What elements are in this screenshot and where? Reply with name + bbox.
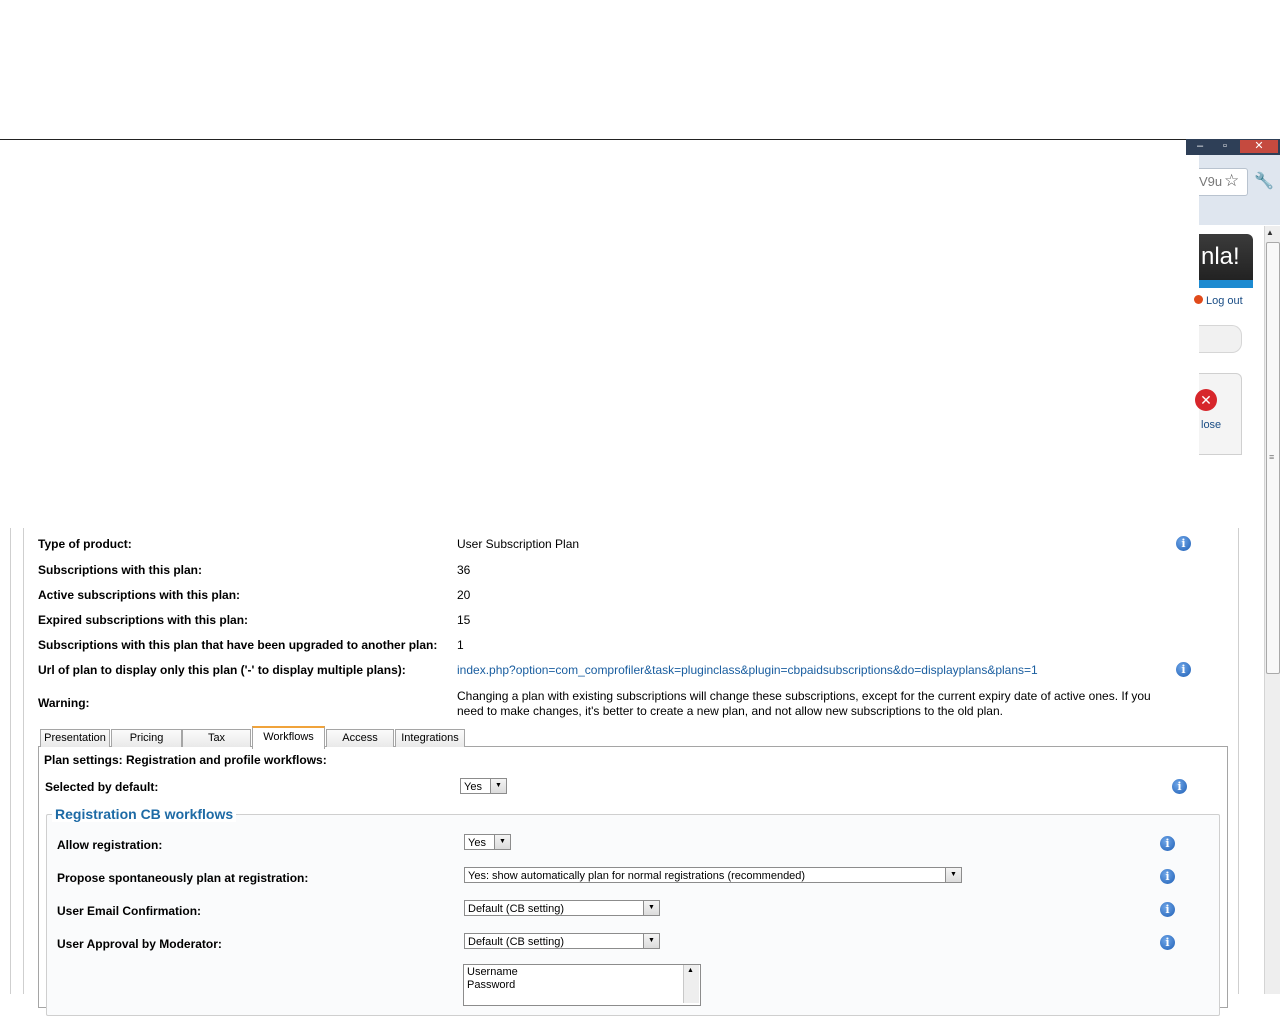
admin-toolbar	[1199, 373, 1242, 455]
info-icon[interactable]: i	[1160, 869, 1175, 884]
selected-default-select[interactable]: Yes ▼	[460, 778, 507, 794]
restore-icon[interactable]: ▫	[1214, 140, 1236, 153]
list-item[interactable]: Username	[464, 965, 700, 979]
scrollbar-grip-icon: ≡	[1269, 452, 1275, 462]
select-value: Default (CB setting)	[468, 903, 564, 915]
info-label-warning: Warning:	[38, 696, 90, 710]
close-button-label[interactable]: lose	[1201, 419, 1221, 431]
tab-access[interactable]: Access	[326, 729, 394, 747]
propose-plan-select[interactable]: Yes: show automatically plan for normal …	[464, 867, 962, 883]
info-value-type: User Subscription Plan	[457, 537, 580, 551]
list-item[interactable]: Password	[464, 979, 700, 991]
info-icon[interactable]: i	[1176, 536, 1191, 551]
select-value: Yes: show automatically plan for normal …	[468, 870, 806, 882]
info-value-active: 20	[457, 588, 471, 602]
chevron-down-icon: ▼	[494, 835, 510, 849]
tab-pricing[interactable]: Pricing	[111, 729, 182, 747]
wrench-icon[interactable]: 🔧	[1254, 171, 1274, 191]
tab-presentation[interactable]: Presentation	[40, 729, 110, 747]
info-value-upgraded: 1	[457, 638, 464, 652]
email-confirmation-label: User Email Confirmation:	[57, 904, 202, 918]
info-icon[interactable]: i	[1176, 662, 1191, 677]
content-frame-left	[10, 528, 24, 994]
minimize-icon[interactable]: –	[1188, 140, 1212, 153]
star-icon[interactable]: ☆	[1224, 171, 1239, 191]
email-confirmation-select[interactable]: Default (CB setting) ▼	[464, 900, 660, 916]
window-close-icon[interactable]: ✕	[1240, 140, 1278, 153]
select-value: Yes	[464, 781, 482, 793]
logo-accent-bar	[1199, 280, 1253, 288]
tab-workflows[interactable]: Workflows	[252, 726, 325, 749]
propose-plan-label: Propose spontaneously plan at registrati…	[57, 871, 309, 885]
chevron-down-icon: ▼	[643, 934, 659, 948]
admin-search-box[interactable]	[1199, 325, 1242, 353]
select-value: Default (CB setting)	[468, 936, 564, 948]
content-frame-right	[1238, 528, 1239, 994]
logout-link[interactable]: Log out	[1206, 295, 1243, 307]
chevron-down-icon: ▼	[643, 901, 659, 915]
selected-default-label: Selected by default:	[45, 780, 159, 794]
tab-integrations[interactable]: Integrations	[395, 729, 465, 747]
moderator-approval-select[interactable]: Default (CB setting) ▼	[464, 933, 660, 949]
moderator-approval-label: User Approval by Moderator:	[57, 937, 222, 951]
info-label-url: Url of plan to display only this plan ('…	[38, 663, 406, 677]
info-label-upgraded: Subscriptions with this plan that have b…	[38, 638, 438, 652]
info-icon[interactable]: i	[1160, 902, 1175, 917]
info-label-subscriptions: Subscriptions with this plan:	[38, 563, 203, 577]
fields-listbox[interactable]: Username Password	[463, 964, 701, 1006]
tab-tax[interactable]: Tax	[182, 729, 251, 747]
select-value: Yes	[468, 837, 486, 849]
info-value-subscriptions: 36	[457, 563, 471, 577]
chevron-down-icon: ▼	[490, 779, 506, 793]
info-icon[interactable]: i	[1160, 836, 1175, 851]
scroll-up-icon[interactable]: ▲	[687, 967, 694, 974]
window-top-edge	[0, 139, 1199, 140]
close-icon[interactable]: ✕	[1195, 389, 1217, 411]
info-icon[interactable]: i	[1172, 779, 1187, 794]
info-label-active: Active subscriptions with this plan:	[38, 588, 241, 602]
plan-url-link[interactable]: index.php?option=com_comprofiler&task=pl…	[457, 663, 1038, 677]
window-controls: – ▫ ✕	[1186, 139, 1280, 155]
chevron-down-icon: ▼	[945, 868, 961, 882]
info-value-expired: 15	[457, 613, 471, 627]
address-bar-text: V9u	[1199, 174, 1223, 189]
info-label-expired: Expired subscriptions with this plan:	[38, 613, 249, 627]
listbox-scrollbar[interactable]: ▲	[683, 965, 699, 1003]
fieldset-legend: Registration CB workflows	[52, 806, 237, 822]
info-icon[interactable]: i	[1160, 935, 1175, 950]
allow-registration-select[interactable]: Yes ▼	[464, 834, 511, 850]
info-label-type: Type of product:	[38, 537, 132, 551]
panel-heading: Plan settings: Registration and profile …	[44, 753, 327, 767]
logout-icon[interactable]	[1194, 295, 1203, 304]
allow-registration-label: Allow registration:	[57, 838, 163, 852]
warning-text: Changing a plan with existing subscripti…	[457, 689, 1151, 718]
scroll-up-icon[interactable]: ▲	[1266, 228, 1274, 237]
logo-text: nla!	[1201, 243, 1240, 270]
